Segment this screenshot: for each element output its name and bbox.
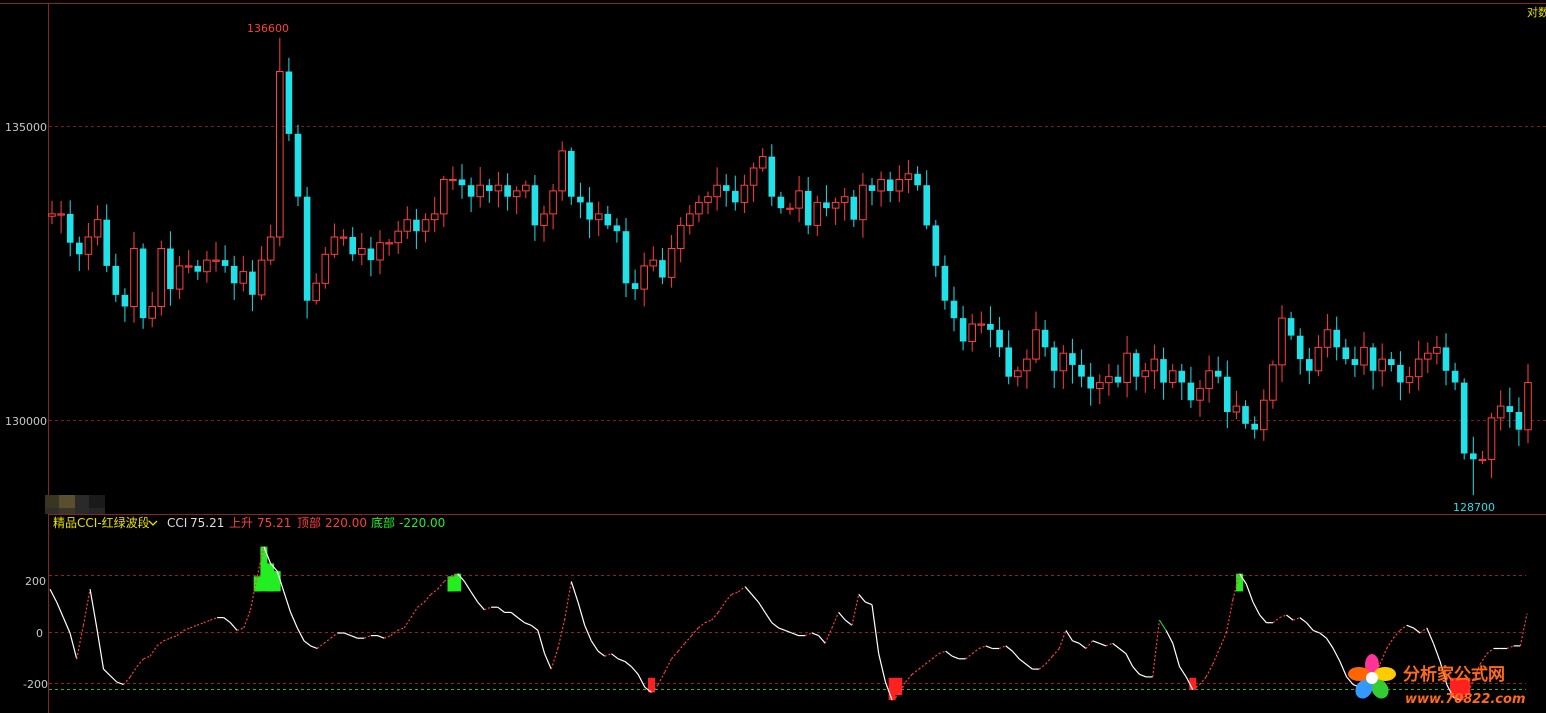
candle (568, 147, 575, 205)
high-price-label: 136600 (247, 22, 289, 35)
bottom-signal-bar (888, 677, 896, 701)
candle (303, 187, 311, 319)
cci-y-tick-0: 0 (36, 627, 43, 640)
rise-value: 75.21 (257, 516, 291, 530)
watermark-url: www.70822.com (1405, 692, 1526, 707)
top-signal-bar (273, 571, 281, 592)
cci-y-tick-minus-200: -200 (23, 678, 48, 691)
indicator-values: CCI 75.21 上升 75.21 顶部 220.00 底部 -220.00 (167, 515, 445, 530)
watermark-title: 分析家公式网 (1403, 664, 1505, 685)
top-value: 220.00 (325, 516, 367, 530)
candle (294, 124, 302, 207)
cci-y-tick-200: 200 (25, 575, 46, 588)
cci-value-label: CCI (167, 516, 187, 530)
indicator-name[interactable]: 精品CCI-红绿波段 (53, 515, 150, 530)
candle (1460, 378, 1468, 460)
candle (157, 240, 166, 316)
mode-label[interactable]: 对数 (1527, 5, 1546, 19)
rise-label: 上升 (229, 516, 253, 530)
stock-chart[interactable]: 135000 130000 对数 136600 128700 200 0 -20… (0, 0, 1546, 713)
blurred-overlay (45, 495, 105, 514)
y-tick-130000: 130000 (5, 415, 47, 428)
low-price-label: 128700 (1453, 501, 1495, 514)
cci-value: 75.21 (190, 516, 224, 530)
top-label: 顶部 (297, 515, 321, 530)
candle (139, 243, 147, 329)
bottom-signal-bar (895, 677, 903, 695)
bottom-label: 底部 (371, 515, 395, 530)
bottom-value: -220.00 (399, 516, 445, 530)
y-tick-135000: 135000 (5, 121, 47, 134)
top-signal-bar (267, 563, 274, 592)
